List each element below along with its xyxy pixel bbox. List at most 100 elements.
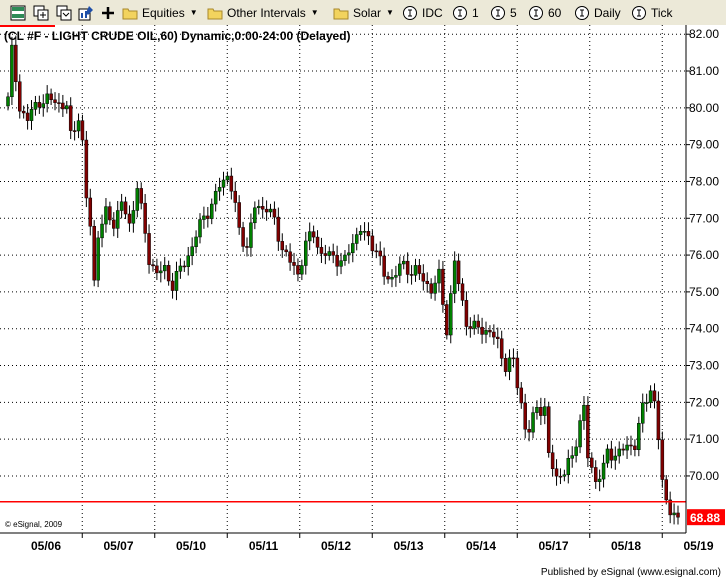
candle-body bbox=[21, 110, 26, 114]
candle-body bbox=[323, 253, 328, 256]
candle-body bbox=[421, 273, 426, 282]
solar-label: Solar bbox=[353, 5, 382, 20]
properties-icon[interactable] bbox=[78, 3, 94, 22]
candle-body bbox=[417, 265, 422, 274]
y-tick-label: 81.00 bbox=[689, 64, 719, 78]
candle-body bbox=[249, 222, 253, 248]
candle-body bbox=[25, 112, 30, 121]
interval-60-button[interactable]: 60 bbox=[528, 3, 561, 22]
candle-body bbox=[390, 277, 394, 280]
candle-body bbox=[225, 175, 230, 181]
x-tick-label: 05/13 bbox=[393, 539, 423, 553]
candle-body bbox=[206, 215, 210, 219]
y-tick-label: 82.00 bbox=[689, 27, 719, 41]
equities-menu[interactable]: Equities ▼ bbox=[122, 3, 198, 22]
candle-body bbox=[558, 475, 563, 478]
candle-body bbox=[472, 320, 477, 329]
candle-body bbox=[621, 448, 625, 451]
x-tick-label: 05/07 bbox=[103, 539, 133, 553]
candle-body bbox=[104, 206, 108, 225]
y-tick-label: 80.00 bbox=[689, 101, 719, 115]
interval-1-button[interactable]: 1 bbox=[452, 3, 479, 22]
candle-body bbox=[182, 265, 187, 268]
candle-body bbox=[656, 400, 661, 441]
daily-button[interactable]: Daily bbox=[574, 3, 621, 22]
candle-body bbox=[155, 265, 159, 274]
copyright-label: © eSignal, 2009 bbox=[5, 520, 63, 529]
candle-body bbox=[660, 439, 665, 480]
candle-body bbox=[492, 331, 496, 338]
candle-body bbox=[386, 276, 390, 280]
interval-5-button[interactable]: 5 bbox=[490, 3, 517, 22]
candle-body bbox=[68, 105, 73, 131]
price-chart[interactable]: 70.00 71.00 72.00 73.00 74.00 75.00 76.00 77.00… bbox=[0, 25, 726, 563]
interval-icon bbox=[403, 5, 417, 20]
candle-body bbox=[159, 270, 163, 274]
other-intervals-menu[interactable]: Other Intervals ▼ bbox=[207, 3, 319, 22]
candle-body bbox=[539, 407, 543, 416]
candle-body bbox=[229, 175, 234, 192]
candle-body bbox=[245, 246, 249, 248]
candle-body bbox=[448, 293, 453, 336]
candle-body bbox=[72, 130, 77, 132]
chevron-down-icon: ▼ bbox=[386, 8, 394, 17]
idc-button[interactable]: IDC bbox=[402, 3, 443, 22]
candle-body bbox=[162, 265, 167, 272]
chart-layout-icon[interactable] bbox=[10, 3, 26, 22]
candle-body bbox=[637, 423, 641, 450]
candle-body bbox=[409, 274, 414, 276]
candle-body bbox=[605, 448, 610, 464]
candle-body bbox=[170, 280, 175, 291]
candle-body bbox=[217, 187, 222, 192]
candle-body bbox=[343, 254, 347, 261]
interval-icon bbox=[453, 5, 467, 20]
candle-body bbox=[527, 428, 531, 433]
candle-body bbox=[280, 241, 285, 251]
candle-body bbox=[676, 512, 680, 518]
candle-body bbox=[49, 93, 53, 100]
candle-body bbox=[14, 44, 18, 82]
y-tick-label: 71.00 bbox=[689, 432, 719, 446]
solar-menu[interactable]: Solar ▼ bbox=[333, 3, 394, 22]
candle-body bbox=[76, 120, 81, 132]
candle-body bbox=[554, 468, 559, 477]
candle-body bbox=[566, 458, 571, 476]
candle-body bbox=[476, 320, 480, 328]
candle-body bbox=[178, 265, 183, 272]
tick-button[interactable]: Tick bbox=[631, 3, 673, 22]
candle-body bbox=[143, 202, 147, 234]
chevron-down-icon: ▼ bbox=[189, 8, 198, 17]
copy-icon[interactable] bbox=[33, 3, 49, 22]
candle-body bbox=[570, 455, 574, 459]
link-icon[interactable] bbox=[56, 3, 72, 22]
candle-body bbox=[315, 236, 320, 248]
candle-body bbox=[601, 462, 606, 480]
interval-icon bbox=[575, 5, 589, 20]
candle-body bbox=[578, 420, 582, 448]
candle-body bbox=[590, 457, 594, 468]
x-tick-label: 05/06 bbox=[31, 539, 61, 553]
candle-body bbox=[362, 231, 367, 233]
candle-body bbox=[292, 262, 296, 266]
candle-body bbox=[53, 99, 57, 103]
candle-body bbox=[640, 402, 645, 424]
candle-body bbox=[57, 102, 61, 104]
candle-body bbox=[499, 338, 504, 359]
candle-body bbox=[672, 512, 676, 516]
x-tick-label: 05/19 bbox=[683, 539, 713, 553]
y-tick-label: 74.00 bbox=[689, 322, 719, 336]
candle-body bbox=[437, 268, 441, 284]
candle-body bbox=[582, 404, 586, 421]
candle-body bbox=[253, 207, 257, 224]
folder-icon bbox=[207, 8, 223, 19]
chart-title: (CL #F - LIGHT CRUDE OIL,60) Dynamic,0:0… bbox=[4, 29, 351, 43]
candle-body bbox=[613, 455, 618, 461]
candle-body bbox=[445, 304, 449, 336]
candle-body bbox=[272, 208, 277, 218]
add-icon[interactable] bbox=[100, 3, 116, 22]
candle-body bbox=[331, 251, 335, 256]
candle-body bbox=[405, 260, 410, 275]
candle-body bbox=[425, 280, 429, 284]
candle-body bbox=[45, 93, 49, 104]
candle-body bbox=[597, 478, 602, 482]
